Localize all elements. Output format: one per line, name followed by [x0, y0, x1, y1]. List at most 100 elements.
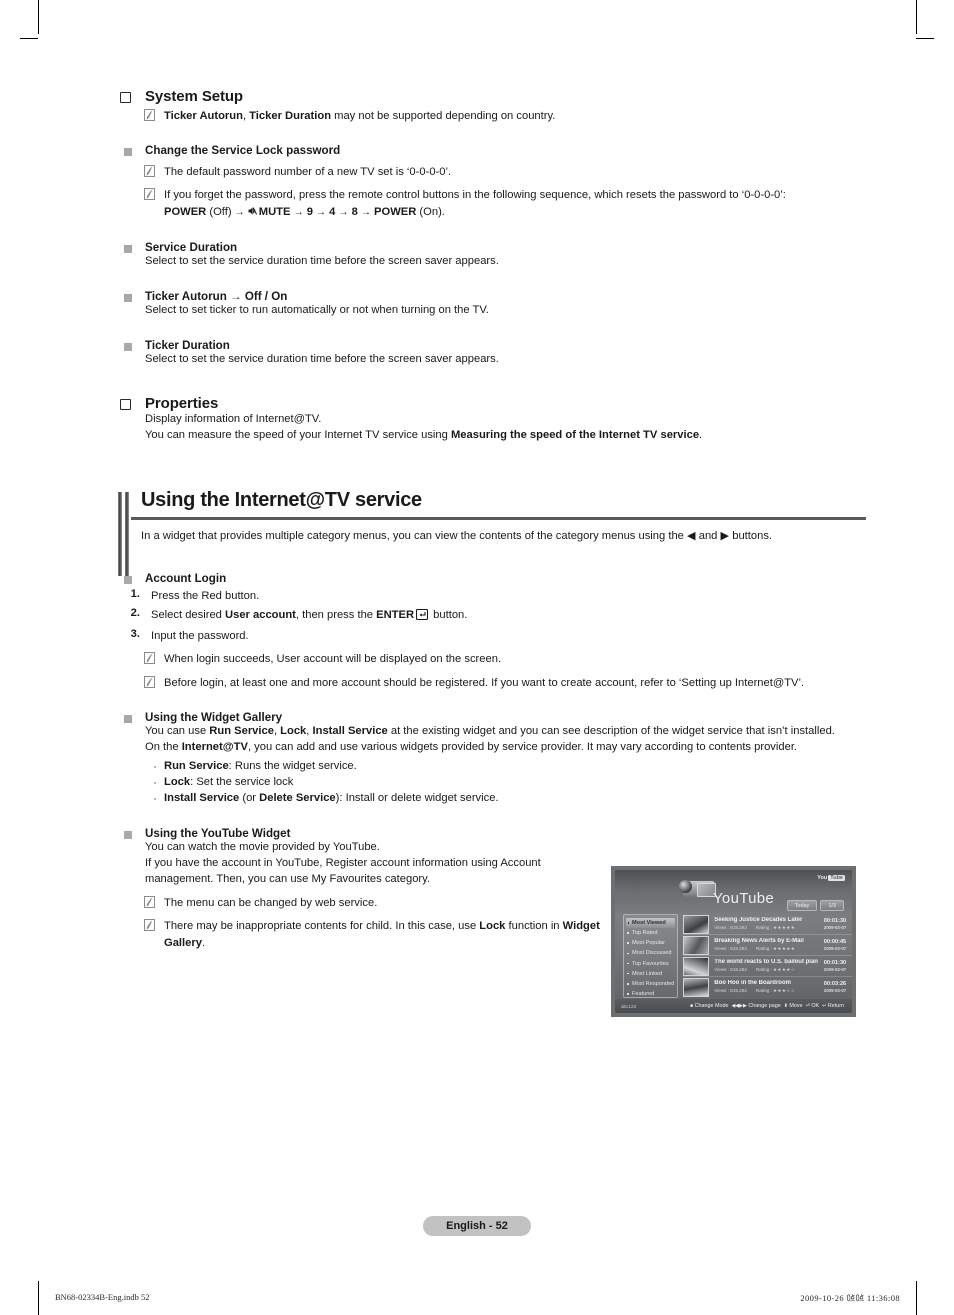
gray-square-bullet-icon	[124, 831, 132, 840]
hint-change-mode[interactable]: ■ Change Mode	[690, 1003, 728, 1009]
wg-p2-post: , you can add and use various widgets pr…	[247, 740, 798, 753]
note-before-login: Before login, at least one and more acco…	[144, 675, 858, 691]
service-duration-title: Service Duration	[145, 240, 238, 254]
arrow-icon: →	[293, 206, 304, 218]
heading-ticker-duration: Ticker Duration	[124, 339, 858, 352]
menu-item-most-popular[interactable]: Most Popular	[624, 938, 677, 948]
youtube-logo-you: You	[817, 875, 828, 881]
video-thumbnail	[683, 935, 710, 955]
power-off-state: (Off)	[209, 205, 232, 218]
wg-p1-pre: You can use	[145, 724, 210, 737]
service-duration-body: Select to set the service duration time …	[145, 254, 499, 267]
widget-gallery-paragraph-2: On the Internet@TV, you can add and use …	[145, 740, 861, 756]
key-power-on: POWER	[374, 205, 417, 218]
bullet-delete-service-bold: Delete Service	[259, 792, 336, 805]
widget-footer-account: abc123	[621, 1003, 637, 1009]
note-inapp-pre: There may be inappropriate contents for …	[164, 920, 480, 933]
hint-return[interactable]: ↩ Return	[822, 1003, 844, 1009]
gray-square-bullet-icon	[124, 342, 132, 351]
video-thumbnail	[683, 977, 710, 997]
menu-item-most-discussed[interactable]: Most Discussed	[624, 949, 677, 959]
menu-item-most-linked[interactable]: Most Linked	[624, 969, 677, 979]
outline-square-bullet-icon	[120, 92, 131, 103]
change-password-title: Change the Service Lock password	[145, 144, 341, 158]
video-rating-text: Rating :	[755, 924, 774, 930]
arrow-icon: →	[338, 206, 349, 218]
ticker-autorun-title: Ticker Autorun → Off / On	[145, 289, 288, 303]
note-inapp-mid: function in	[505, 920, 563, 933]
account-login-title: Account Login	[145, 571, 227, 585]
note-inapp-post: .	[201, 936, 206, 949]
tv-screen: You Tube YouTube Today 1/3 Most Viewed T…	[615, 870, 852, 1013]
hint-change-page-label: Change page	[748, 1003, 781, 1009]
heading-ticker-autorun: Ticker Autorun → Off / On	[124, 290, 858, 303]
menu-item-top-favourites[interactable]: Top Favourites	[624, 959, 677, 969]
pill-page-indicator[interactable]: 1/3	[820, 900, 844, 911]
return-arrow-icon: ↩	[822, 1003, 827, 1009]
hint-return-label: Return	[827, 1003, 844, 1009]
menu-item-most-responded[interactable]: Most Responded	[624, 979, 677, 989]
gray-square-bullet-icon	[124, 244, 132, 253]
step-3: 3. Input the password.	[118, 628, 858, 644]
hint-ok-label: OK	[811, 1003, 820, 1009]
heading-system-setup: System Setup	[120, 88, 858, 105]
gray-square-bullet-icon	[124, 148, 132, 157]
video-list-item[interactable]: Boo Hoo in the Boardroom Views : 819,262…	[683, 977, 852, 997]
system-setup-title: System Setup	[145, 88, 243, 105]
print-footer: BN68-02334B-Eng.indb 52 2009-10-26 ㍘㍘ 11…	[55, 1292, 900, 1304]
mute-speaker-icon	[248, 205, 259, 221]
menu-item-featured[interactable]: Featured	[624, 989, 677, 999]
page-number-badge: English - 52	[423, 1216, 531, 1236]
dot-bullet-icon: ·	[153, 760, 157, 773]
step-1-text: Press the Red button.	[151, 589, 260, 602]
video-list-item[interactable]: Seeking Justice Decades Later Views : 81…	[683, 914, 852, 935]
bullet-lock-bold: Lock	[164, 775, 191, 788]
pencil-note-icon	[144, 188, 155, 201]
menu-item-top-rated[interactable]: Top Rated	[624, 928, 677, 938]
youtube-widget-line-2: If you have the account in YouTube, Regi…	[145, 857, 541, 886]
heading-widget-gallery: Using the Widget Gallery	[124, 711, 858, 724]
note-default-password-text: The default password number of a new TV …	[164, 166, 452, 179]
heading-change-service-lock-password: Change the Service Lock password	[124, 144, 858, 157]
video-list-item[interactable]: Breaking News Alerts by E-Mail Views : 8…	[683, 935, 852, 956]
note-default-password: The default password number of a new TV …	[144, 164, 858, 180]
video-views: Views : 819,262	[714, 924, 747, 930]
menu-item-most-viewed[interactable]: Most Viewed	[626, 918, 676, 929]
pill-today[interactable]: Today	[786, 900, 818, 911]
video-duration: 00:00:45	[823, 938, 847, 945]
video-rating-text: Rating :	[755, 966, 774, 972]
properties-line-2-post: .	[699, 428, 703, 441]
heading-account-login: Account Login	[124, 572, 858, 585]
video-rating-stars: ★★★★★	[773, 945, 796, 951]
bullet-lock-rest: : Set the service lock	[190, 775, 294, 788]
manual-page: System Setup Ticker Autorun, Ticker Dura…	[0, 0, 954, 1315]
properties-line-1: Display information of Internet@TV.	[145, 412, 322, 425]
power-on-state: (On).	[419, 205, 445, 218]
key-number-9: 9	[306, 205, 313, 218]
hint-ok[interactable]: ⏎ OK	[806, 1003, 820, 1009]
video-duration: 00:01:30	[823, 959, 847, 966]
step-2-text: Select desired User account, then press …	[151, 607, 467, 625]
note-system-setup: Ticker Autorun, Ticker Duration may not …	[144, 108, 858, 124]
note-bold-ticker-duration: Ticker Duration	[249, 110, 332, 122]
video-date: 2009-03-07	[823, 924, 847, 930]
video-views: Views : 819,262	[714, 987, 747, 993]
pencil-note-icon	[144, 109, 155, 121]
hint-change-page[interactable]: ◀◀▶▶ Change page	[731, 1003, 780, 1009]
widget-gallery-bullet-lock: · Lock: Set the service lock	[150, 775, 858, 791]
print-footer-timestamp: 2009-10-26 ㍘㍘ 11:36:08	[800, 1293, 900, 1303]
gray-square-bullet-icon	[124, 575, 132, 584]
widget-gallery-title: Using the Widget Gallery	[145, 710, 283, 724]
video-title: Breaking News Alerts by E-Mail	[714, 937, 804, 944]
video-views: Views : 819,262	[714, 945, 747, 951]
hint-move[interactable]: ⬍ Move	[784, 1003, 803, 1009]
video-rating-label: Rating : ★★★★☆	[756, 967, 795, 973]
outline-square-bullet-icon	[120, 398, 131, 410]
youtube-logo: You Tube	[817, 875, 845, 881]
video-list-item[interactable]: The world reacts to U.S. bailout plan Vi…	[683, 956, 852, 977]
bullet-run-service-text: Run Service: Runs the widget service.	[164, 759, 357, 775]
step-2: 2. Select desired User account, then pre…	[118, 607, 858, 625]
bullet-install-service-rest: : Install or delete widget service.	[339, 792, 499, 805]
step-2-mid: , then press the	[295, 608, 377, 621]
hint-move-label: Move	[789, 1003, 803, 1009]
